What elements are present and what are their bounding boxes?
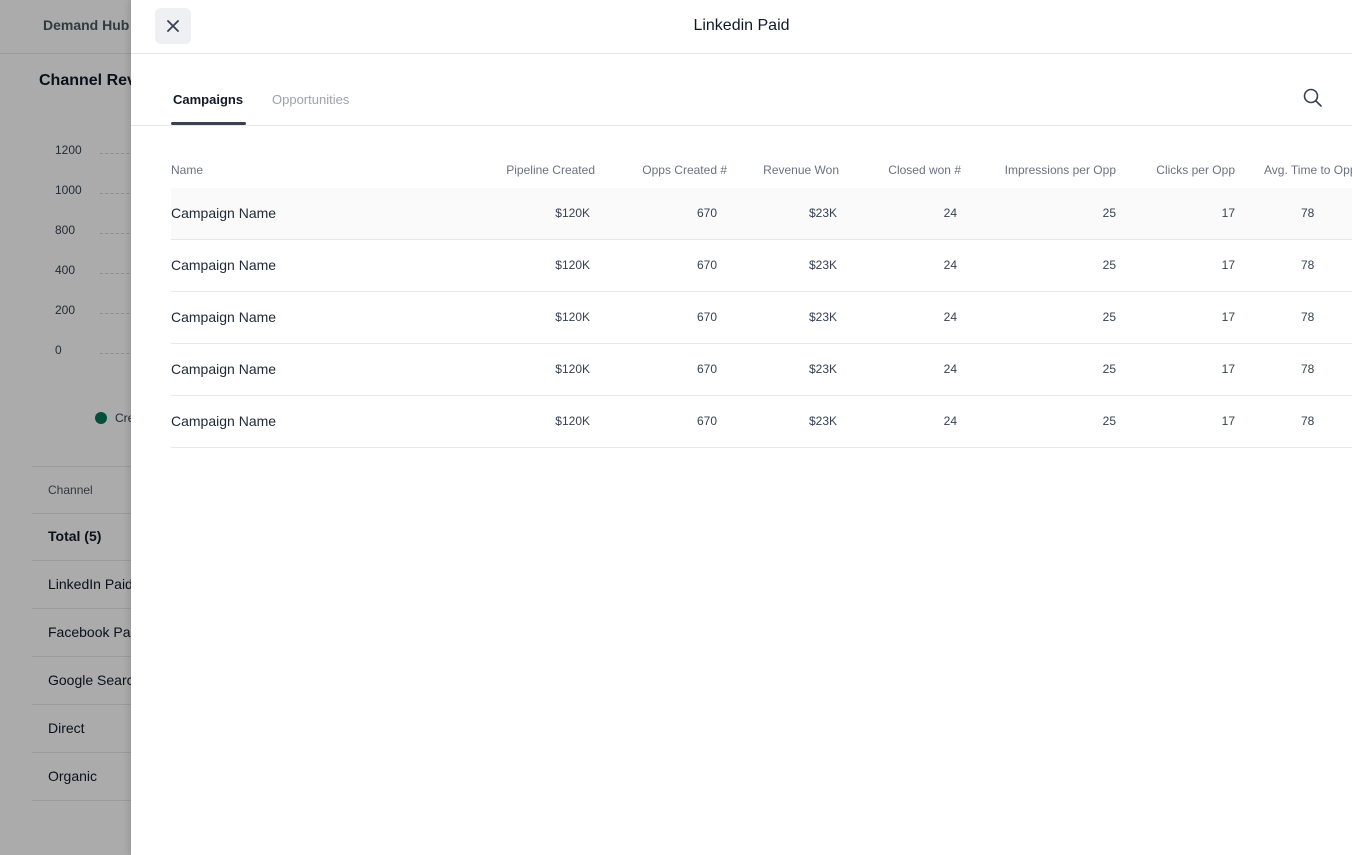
impressions-per-opp-value: 25 xyxy=(1102,206,1116,220)
column-header-revenue-won[interactable]: Revenue Won xyxy=(739,163,839,177)
search-icon xyxy=(1303,88,1322,107)
avg-time-to-opp-value: 78 xyxy=(1301,362,1315,376)
column-header-closed-won[interactable]: Closed won # xyxy=(861,163,961,177)
revenue-won-value: $23K xyxy=(808,310,837,324)
campaign-name[interactable]: Campaign Name xyxy=(171,309,276,325)
drawer-header: Linkedin Paid xyxy=(131,0,1352,54)
impressions-per-opp-value: 25 xyxy=(1102,362,1116,376)
avg-time-to-opp-value: 78 xyxy=(1301,310,1315,324)
opps-created-value: 670 xyxy=(696,414,717,428)
avg-time-to-opp-value: 78 xyxy=(1301,258,1315,272)
column-header-impressions-per-opp[interactable]: Impressions per Opp xyxy=(986,163,1116,177)
tab-opportunities[interactable]: Opportunities xyxy=(272,92,349,107)
column-header-name[interactable]: Name xyxy=(171,163,203,177)
impressions-per-opp-value: 25 xyxy=(1102,310,1116,324)
closed-won-value: 24 xyxy=(943,362,957,376)
column-header-clicks-per-opp[interactable]: Clicks per Opp xyxy=(1135,163,1235,177)
drawer-tabs: Campaigns Opportunities xyxy=(131,54,1352,126)
campaign-name[interactable]: Campaign Name xyxy=(171,413,276,429)
campaign-name[interactable]: Campaign Name xyxy=(171,361,276,377)
opps-created-value: 670 xyxy=(696,310,717,324)
closed-won-value: 24 xyxy=(943,310,957,324)
pipeline-created-value: $120K xyxy=(555,206,590,220)
opps-created-value: 670 xyxy=(696,362,717,376)
campaign-name[interactable]: Campaign Name xyxy=(171,205,276,221)
avg-time-to-opp-value: 78 xyxy=(1301,206,1315,220)
table-row[interactable]: Campaign Name $120K 670 $23K 24 25 17 78 xyxy=(171,240,1352,292)
opps-created-value: 670 xyxy=(696,258,717,272)
table-row[interactable]: Campaign Name $120K 670 $23K 24 25 17 78 xyxy=(171,396,1352,448)
pipeline-created-value: $120K xyxy=(555,258,590,272)
impressions-per-opp-value: 25 xyxy=(1102,258,1116,272)
clicks-per-opp-value: 17 xyxy=(1221,206,1235,220)
table-row[interactable]: Campaign Name $120K 670 $23K 24 25 17 78 xyxy=(171,188,1352,240)
clicks-per-opp-value: 17 xyxy=(1221,414,1235,428)
pipeline-created-value: $120K xyxy=(555,310,590,324)
closed-won-value: 24 xyxy=(943,206,957,220)
impressions-per-opp-value: 25 xyxy=(1102,414,1116,428)
column-header-avg-time-to-opp[interactable]: Avg. Time to Opp xyxy=(1264,163,1352,177)
drawer-title: Linkedin Paid xyxy=(693,17,790,34)
tab-campaigns[interactable]: Campaigns xyxy=(173,92,243,107)
revenue-won-value: $23K xyxy=(808,414,837,428)
clicks-per-opp-value: 17 xyxy=(1221,310,1235,324)
column-header-pipeline-created[interactable]: Pipeline Created xyxy=(495,163,595,177)
clicks-per-opp-value: 17 xyxy=(1221,362,1235,376)
pipeline-created-value: $120K xyxy=(555,414,590,428)
campaign-name[interactable]: Campaign Name xyxy=(171,257,276,273)
search-button[interactable] xyxy=(1301,86,1325,110)
clicks-per-opp-value: 17 xyxy=(1221,258,1235,272)
closed-won-value: 24 xyxy=(943,414,957,428)
pipeline-created-value: $120K xyxy=(555,362,590,376)
revenue-won-value: $23K xyxy=(808,362,837,376)
revenue-won-value: $23K xyxy=(808,258,837,272)
avg-time-to-opp-value: 78 xyxy=(1301,414,1315,428)
table-row[interactable]: Campaign Name $120K 670 $23K 24 25 17 78 xyxy=(171,292,1352,344)
revenue-won-value: $23K xyxy=(808,206,837,220)
opps-created-value: 670 xyxy=(696,206,717,220)
column-header-opps-created[interactable]: Opps Created # xyxy=(627,163,727,177)
active-tab-indicator xyxy=(171,122,246,125)
closed-won-value: 24 xyxy=(943,258,957,272)
campaign-drawer: Linkedin Paid Campaigns Opportunities Na… xyxy=(131,0,1352,855)
table-row[interactable]: Campaign Name $120K 670 $23K 24 25 17 78 xyxy=(171,344,1352,396)
